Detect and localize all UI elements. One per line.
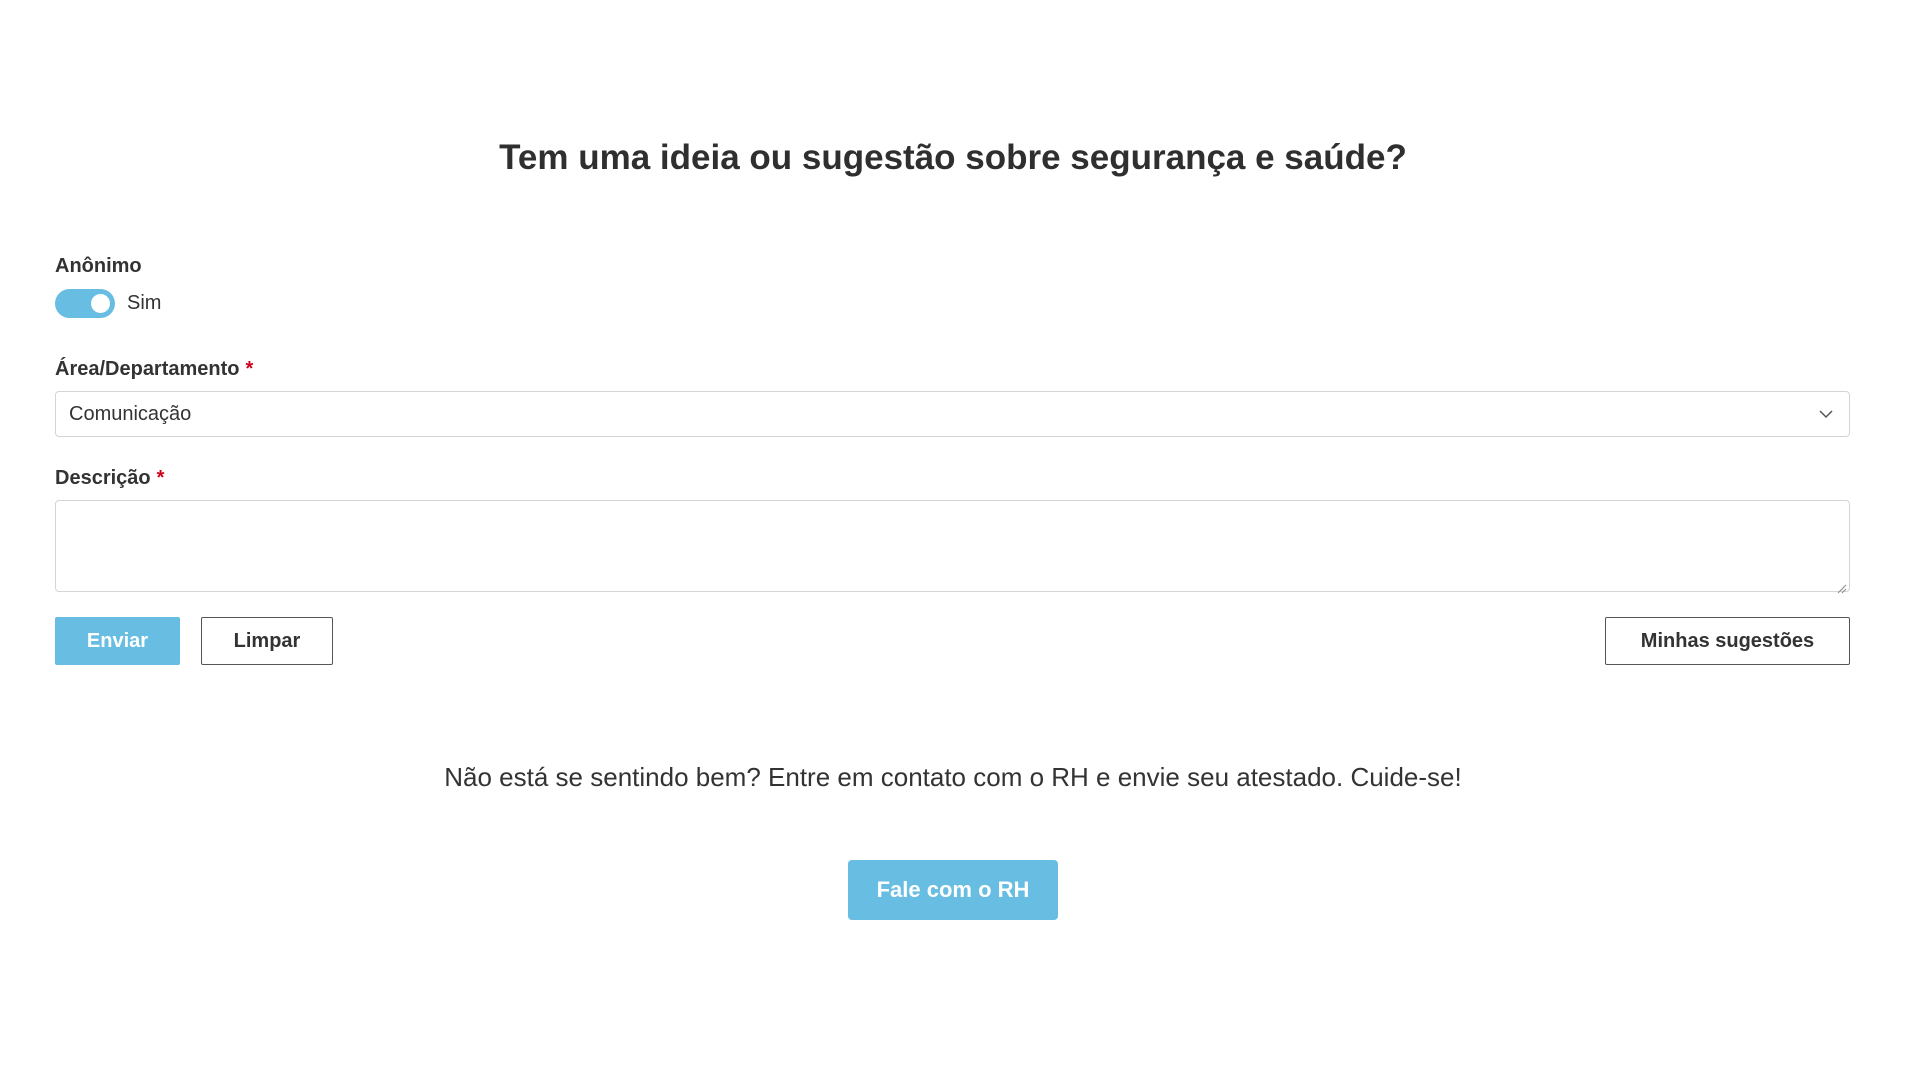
anonymous-toggle[interactable]: [55, 288, 115, 318]
required-mark: *: [245, 358, 254, 380]
anonymous-toggle-text: Sim: [127, 291, 162, 314]
hr-message: Não está se sentindo bem? Entre em conta…: [444, 762, 1462, 792]
area-select[interactable]: Comunicação: [55, 391, 1850, 437]
clear-button[interactable]: Limpar: [201, 617, 333, 665]
my-suggestions-button[interactable]: Minhas sugestões: [1605, 617, 1850, 665]
anonymous-field: Anônimo Sim: [55, 255, 1850, 318]
area-label-text: Área/Departamento: [55, 358, 240, 380]
area-label: Área/Departamento *: [55, 358, 1850, 381]
required-mark: *: [156, 467, 165, 489]
description-label-text: Descrição: [55, 467, 151, 489]
anonymous-label: Anônimo: [55, 255, 142, 277]
description-textarea[interactable]: [55, 500, 1850, 592]
toggle-knob: [91, 293, 110, 313]
resize-handle-icon[interactable]: [1835, 582, 1847, 594]
page-title: Tem uma ideia ou sugestão sobre seguranç…: [499, 138, 1407, 177]
page: Tem uma ideia ou sugestão sobre seguranç…: [0, 0, 1920, 1080]
chevron-down-icon: [1819, 410, 1833, 419]
area-field: Área/Departamento * Comunicação: [55, 358, 1850, 437]
form-buttons: Enviar Limpar Minhas sugestões: [55, 617, 1850, 665]
description-field: Descrição *: [55, 467, 1850, 597]
description-textarea-wrap: [55, 490, 1850, 597]
description-label: Descrição *: [55, 467, 1850, 490]
submit-button[interactable]: Enviar: [55, 617, 180, 665]
suggestion-form: Anônimo Sim Área/Departamento * Comunicaç…: [55, 255, 1850, 665]
contact-hr-button[interactable]: Fale com o RH: [848, 860, 1058, 920]
area-select-value: Comunicação: [69, 402, 192, 425]
anonymous-toggle-row: Sim: [55, 288, 1850, 318]
